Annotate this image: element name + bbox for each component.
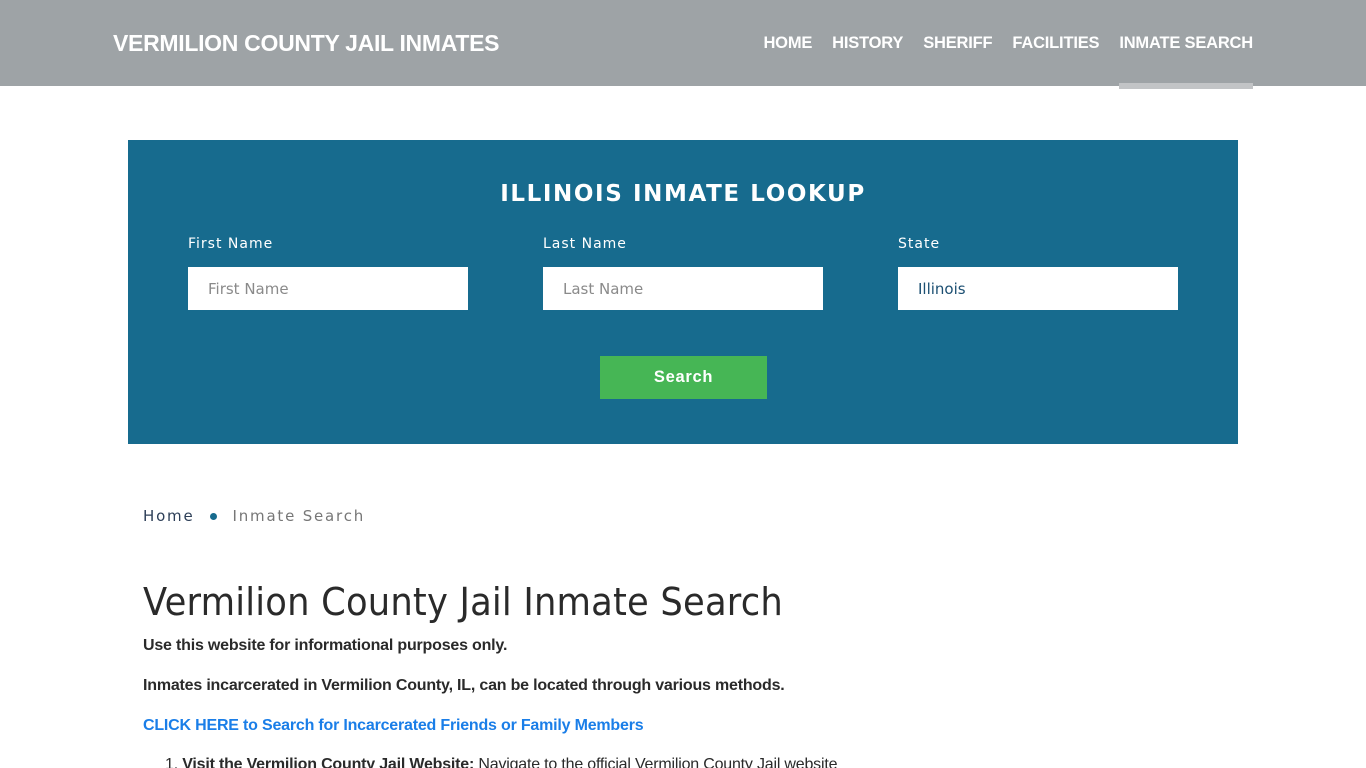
last-name-input[interactable]: [543, 267, 823, 310]
list-item-title: Visit the Vermilion County Jail Website:: [182, 756, 475, 768]
search-friends-family-link[interactable]: CLICK HERE to Search for Incarcerated Fr…: [143, 717, 644, 735]
state-label: State: [898, 236, 941, 252]
nav-history[interactable]: HISTORY: [822, 0, 913, 86]
last-name-group: Last Name: [543, 236, 823, 310]
methods-list-item: 1. Visit the Vermilion County Jail Websi…: [165, 756, 837, 768]
state-input[interactable]: [898, 267, 1178, 310]
lookup-title: ILLINOIS INMATE LOOKUP: [500, 181, 866, 207]
first-name-label: First Name: [188, 236, 274, 252]
site-brand-link[interactable]: VERMILION COUNTY JAIL INMATES: [113, 30, 499, 57]
nav-inmate-search[interactable]: INMATE SEARCH: [1109, 0, 1253, 89]
breadcrumb-separator-dot: [209, 512, 217, 520]
disclaimer-text: Use this website for informational purpo…: [143, 637, 508, 654]
intro-text: Inmates incarcerated in Vermilion County…: [143, 677, 785, 694]
main-nav: HOME HISTORY SHERIFF FACILITIES INMATE S…: [753, 0, 1253, 89]
breadcrumb: Home Inmate Search: [143, 507, 365, 525]
nav-sheriff[interactable]: SHERIFF: [913, 0, 1002, 86]
nav-facilities[interactable]: FACILITIES: [1002, 0, 1109, 86]
top-navigation-bar: VERMILION COUNTY JAIL INMATES HOME HISTO…: [0, 0, 1366, 89]
state-group: State: [898, 236, 1178, 310]
first-name-input[interactable]: [188, 267, 468, 310]
list-item-text: Navigate to the official Vermilion Count…: [478, 756, 838, 768]
first-name-group: First Name: [188, 236, 468, 310]
breadcrumb-current: Inmate Search: [232, 507, 366, 525]
nav-home[interactable]: HOME: [753, 0, 822, 86]
page-title: Vermilion County Jail Inmate Search: [143, 580, 783, 624]
search-button[interactable]: Search: [600, 356, 767, 399]
breadcrumb-home-link[interactable]: Home: [143, 507, 195, 525]
list-number: 1.: [165, 756, 178, 768]
last-name-label: Last Name: [543, 236, 627, 252]
